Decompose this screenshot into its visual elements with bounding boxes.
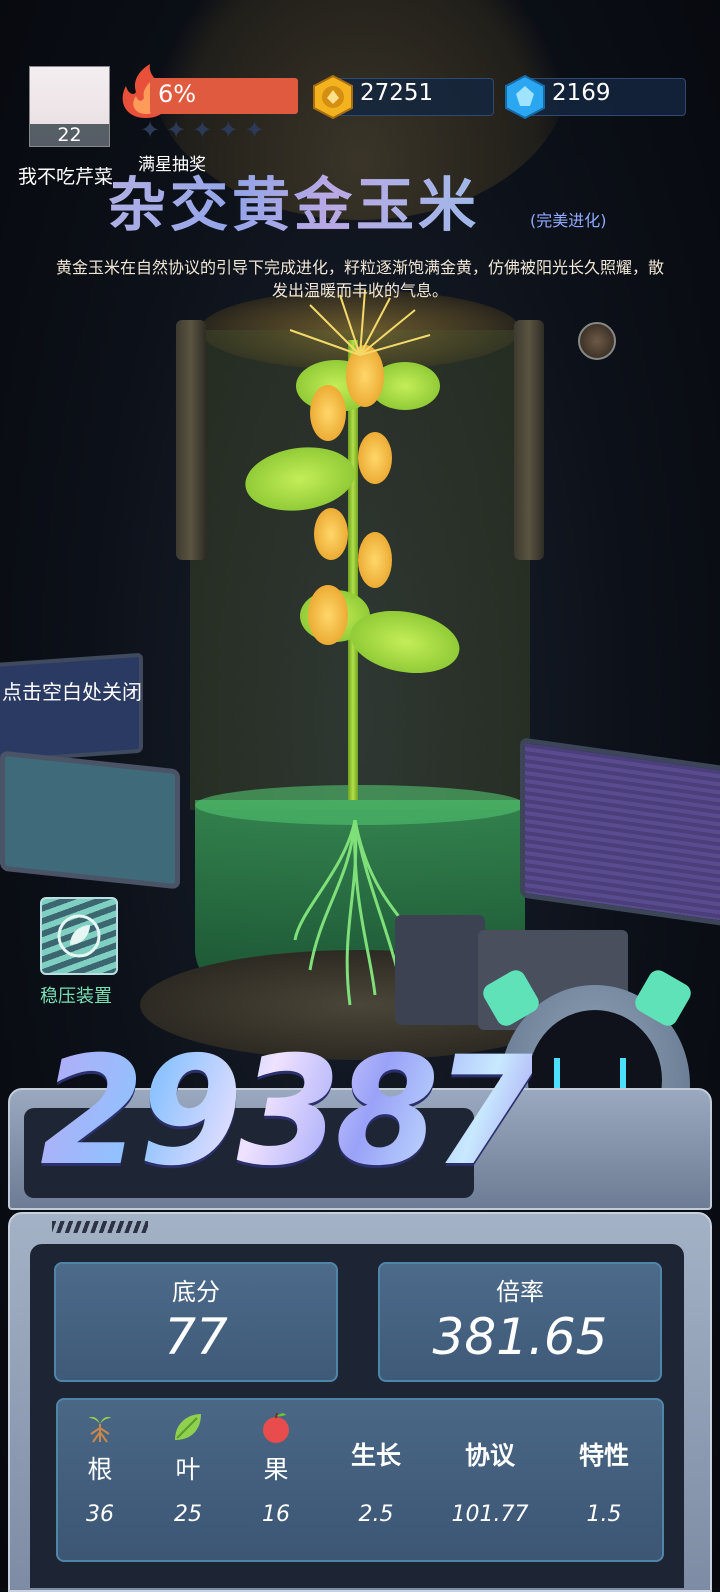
multiplier-label: 倍率 (496, 1278, 544, 1306)
base-score-value: 77 (164, 1308, 228, 1366)
leaf-compass-icon (57, 914, 101, 958)
star-rating: ✦ ✦ ✦ ✦ ✦ (140, 117, 300, 143)
attr-fruit-label: 果 (263, 1455, 289, 1484)
attr-root: 根 (60, 1410, 140, 1486)
blue-gem-icon (505, 74, 545, 120)
leaf-icon (175, 1414, 201, 1440)
star-icon: ✦ (140, 116, 161, 144)
attr-trait-label: 特性 (578, 1441, 629, 1470)
base-score-card: 底分 77 (54, 1262, 338, 1382)
attr-fruit-value: 16 (262, 1502, 290, 1527)
star-icon: ✦ (192, 116, 213, 144)
star-icon: ✦ (218, 116, 239, 144)
attr-growth: 生长 (336, 1410, 416, 1472)
attr-trait-value: 1.5 (586, 1502, 622, 1527)
evolution-tag: (完美进化) (530, 211, 607, 230)
attr-root-label: 根 (87, 1455, 113, 1484)
attr-root-value: 36 (86, 1502, 114, 1527)
attr-growth-label: 生长 (350, 1441, 401, 1470)
multiplier-value: 381.65 (432, 1308, 608, 1366)
attr-leaf: 叶 (148, 1410, 228, 1486)
star-icon: ✦ (166, 116, 187, 144)
player-nickname: 我不吃芹菜 (18, 166, 114, 188)
coin-amount: 27251 (360, 80, 434, 106)
plant-description: 黄金玉米在自然协议的引导下完成进化，籽粒逐渐饱满金黄，仿佛被阳光长久照耀，散发出… (55, 258, 664, 300)
base-score-label: 底分 (172, 1278, 220, 1306)
fire-progress-text: 6% (158, 80, 197, 108)
gem-amount: 2169 (552, 80, 611, 106)
panel-stripes (52, 1221, 148, 1233)
plant-title: 杂交黄金玉米 (108, 158, 480, 242)
gold-coin-icon (313, 74, 353, 120)
player-level: 22 (30, 124, 109, 146)
tap-to-close-hint[interactable]: 点击空白处关闭 (2, 676, 142, 705)
stabilizer-label: 稳压装置 (40, 986, 112, 1007)
fruit-icon (263, 1412, 289, 1443)
attr-protocol-value: 101.77 (451, 1502, 529, 1527)
player-avatar[interactable]: 22 (29, 66, 110, 147)
attr-leaf-value: 25 (174, 1502, 202, 1527)
attr-leaf-label: 叶 (175, 1455, 201, 1484)
attr-fruit: 果 (236, 1410, 316, 1486)
attr-protocol-label: 协议 (464, 1441, 515, 1470)
attr-growth-value: 2.5 (358, 1502, 394, 1527)
attr-trait: 特性 (564, 1410, 644, 1472)
star-icon: ✦ (244, 116, 265, 144)
multiplier-card: 倍率 381.65 (378, 1262, 662, 1382)
stabilizer-button[interactable] (40, 897, 118, 975)
total-score: 29387 (40, 1025, 538, 1199)
root-icon (89, 1416, 111, 1443)
attr-protocol: 协议 (450, 1410, 530, 1472)
